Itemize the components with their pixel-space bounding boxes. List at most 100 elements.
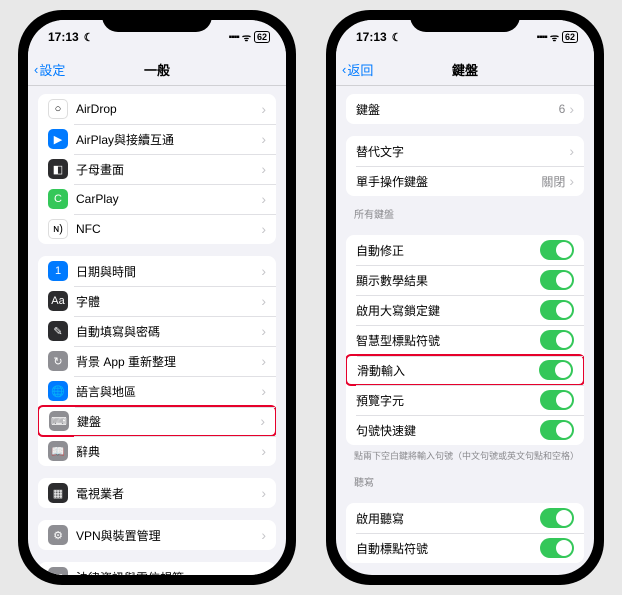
row-mathresult[interactable]: 顯示數學結果: [346, 265, 584, 295]
section-header: 所有鍵盤: [336, 196, 594, 223]
row-smartpunct[interactable]: 智慧型標點符號: [346, 325, 584, 355]
status-time: 17:13: [356, 30, 387, 44]
keyboard-icon: ⌨: [49, 411, 69, 431]
status-time: 17:13: [48, 30, 79, 44]
row-airplay[interactable]: ▶ AirPlay與接續互通 ›: [38, 124, 276, 154]
row-fonts[interactable]: Aa 字體 ›: [38, 286, 276, 316]
row-language[interactable]: 🌐 語言與地區 ›: [38, 376, 276, 406]
chevron-right-icon: ›: [261, 485, 266, 501]
chevron-right-icon: ›: [261, 383, 266, 399]
toggle-capslock[interactable]: [540, 300, 574, 320]
settings-group: 1 日期與時間 › Aa 字體 › ✎ 自動填寫與密碼 › ↻ 背景 App 重…: [38, 256, 276, 466]
toggle-autocorrect[interactable]: [540, 240, 574, 260]
fonts-icon: Aa: [48, 291, 68, 311]
row-dictation[interactable]: 啟用聽寫: [346, 503, 584, 533]
row-label: 智慧型標點符號: [356, 332, 540, 349]
row-label: AirPlay與接續互通: [76, 131, 261, 148]
row-keyboard[interactable]: ⌨ 鍵盤 ›: [38, 405, 276, 437]
row-label: 替代文字: [356, 143, 569, 160]
row-label: 日期與時間: [76, 263, 261, 280]
row-label: 背景 App 重新整理: [76, 353, 261, 370]
page-title: 一般: [144, 60, 170, 79]
row-periodshortcut[interactable]: 句號快速鍵: [346, 415, 584, 445]
chevron-right-icon: ›: [261, 263, 266, 279]
chevron-right-icon: ›: [261, 323, 266, 339]
row-label: 滑動輸入: [357, 362, 539, 379]
back-button[interactable]: ‹ 返回: [342, 60, 373, 79]
row-label: 顯示數學結果: [356, 272, 540, 289]
settings-group: ⚙ VPN與裝置管理 ›: [38, 520, 276, 550]
chevron-right-icon: ›: [261, 161, 266, 177]
tvprovider-icon: ▦: [48, 483, 68, 503]
page-title: 鍵盤: [452, 60, 478, 79]
toggle-autopunct[interactable]: [540, 538, 574, 558]
pip-icon: ◧: [48, 159, 68, 179]
toggle-periodshortcut[interactable]: [540, 420, 574, 440]
row-label: 啟用大寫鎖定鍵: [356, 302, 540, 319]
chevron-right-icon: ›: [261, 443, 266, 459]
row-capslock[interactable]: 啟用大寫鎖定鍵: [346, 295, 584, 325]
row-value: 關閉: [541, 173, 565, 190]
chevron-right-icon: ›: [569, 101, 574, 117]
row-label: 辭典: [76, 443, 261, 460]
settings-group: ▦ 電視業者 ›: [38, 478, 276, 508]
chevron-right-icon: ›: [261, 293, 266, 309]
notch: [410, 10, 520, 32]
row-autopunct[interactable]: 自動標點符號: [346, 533, 584, 563]
settings-group: 鍵盤 6›: [346, 94, 584, 124]
wifi-icon: ᯤ: [242, 30, 251, 44]
row-nfc[interactable]: ɴ) NFC ›: [38, 214, 276, 244]
row-dictionary[interactable]: 📖 辭典 ›: [38, 436, 276, 466]
row-label: 單手操作鍵盤: [356, 173, 541, 190]
chevron-right-icon: ›: [261, 569, 266, 575]
row-label: 電視業者: [76, 485, 261, 502]
row-keyboards[interactable]: 鍵盤 6›: [346, 94, 584, 124]
content[interactable]: 鍵盤 6› 替代文字 › 單手操作鍵盤 關閉› 所有鍵盤 自動修正 顯示數學結果…: [336, 86, 594, 575]
row-airdrop[interactable]: ○ AirDrop ›: [38, 94, 276, 124]
row-tvprovider[interactable]: ▦ 電視業者 ›: [38, 478, 276, 508]
row-legal[interactable]: ✉ 法律資訊與電信規範 ›: [38, 562, 276, 575]
chevron-left-icon: ‹: [34, 62, 38, 77]
row-bgrefresh[interactable]: ↻ 背景 App 重新整理 ›: [38, 346, 276, 376]
row-charpreview[interactable]: 預覽字元: [346, 385, 584, 415]
row-label: 自動修正: [356, 242, 540, 259]
row-slideinput[interactable]: 滑動輸入: [346, 354, 584, 386]
screen-left: 17:13 ▪▪▪▪ ᯤ 62 ‹ 設定 一般 ○ AirDrop › ▶ Ai…: [28, 20, 286, 575]
phone-right: 17:13 ▪▪▪▪ ᯤ 62 ‹ 返回 鍵盤 鍵盤 6› 替代文字 › 單手操…: [326, 10, 604, 585]
row-textreplace[interactable]: 替代文字 ›: [346, 136, 584, 166]
row-label: NFC: [76, 222, 261, 236]
settings-group: 啟用聽寫 自動標點符號: [346, 503, 584, 563]
wifi-icon: ᯤ: [550, 30, 559, 44]
battery-icon: 62: [254, 31, 270, 43]
row-label: 啟用聽寫: [356, 510, 540, 527]
row-label: VPN與裝置管理: [76, 527, 261, 544]
section-footer: 點兩下空白鍵將輸入句號（中文句號或英文句點和空格）: [336, 445, 594, 464]
row-autofill[interactable]: ✎ 自動填寫與密碼 ›: [38, 316, 276, 346]
signal-icon: ▪▪▪▪: [229, 32, 239, 43]
toggle-charpreview[interactable]: [540, 390, 574, 410]
content[interactable]: ○ AirDrop › ▶ AirPlay與接續互通 › ◧ 子母畫面 › C …: [28, 86, 286, 575]
autofill-icon: ✎: [48, 321, 68, 341]
row-datetime[interactable]: 1 日期與時間 ›: [38, 256, 276, 286]
nfc-icon: ɴ): [48, 219, 68, 239]
toggle-dictation[interactable]: [540, 508, 574, 528]
row-label: 鍵盤: [77, 413, 260, 430]
battery-icon: 62: [562, 31, 578, 43]
toggle-smartpunct[interactable]: [540, 330, 574, 350]
back-button[interactable]: ‹ 設定: [34, 60, 65, 79]
notch: [102, 10, 212, 32]
toggle-slideinput[interactable]: [539, 360, 573, 380]
navbar: ‹ 返回 鍵盤: [336, 54, 594, 86]
row-vpn[interactable]: ⚙ VPN與裝置管理 ›: [38, 520, 276, 550]
row-onehanded[interactable]: 單手操作鍵盤 關閉›: [346, 166, 584, 196]
row-carplay[interactable]: C CarPlay ›: [38, 184, 276, 214]
chevron-right-icon: ›: [569, 173, 574, 189]
phone-left: 17:13 ▪▪▪▪ ᯤ 62 ‹ 設定 一般 ○ AirDrop › ▶ Ai…: [18, 10, 296, 585]
row-label: 句號快速鍵: [356, 422, 540, 439]
row-pip[interactable]: ◧ 子母畫面 ›: [38, 154, 276, 184]
toggle-mathresult[interactable]: [540, 270, 574, 290]
row-autocorrect[interactable]: 自動修正: [346, 235, 584, 265]
signal-icon: ▪▪▪▪: [537, 32, 547, 43]
chevron-right-icon: ›: [260, 413, 265, 429]
datetime-icon: 1: [48, 261, 68, 281]
